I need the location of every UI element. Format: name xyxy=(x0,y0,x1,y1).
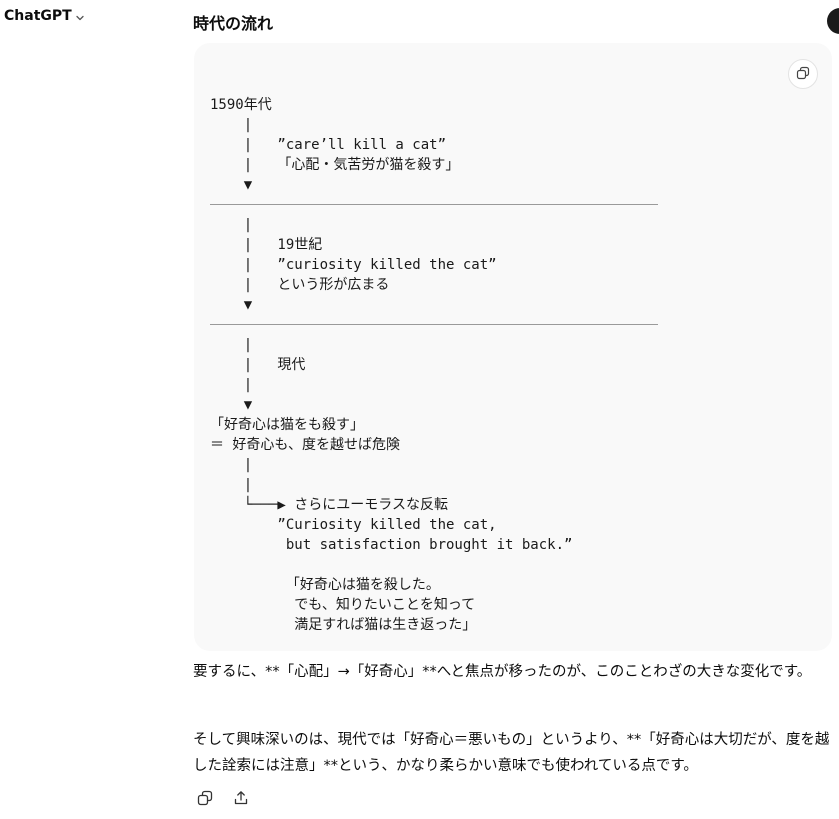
section-heading: 時代の流れ xyxy=(193,14,274,33)
avatar[interactable] xyxy=(827,8,839,34)
copy-code-button[interactable] xyxy=(788,59,818,89)
code-segment-modern: | | 現代 | ▼ 「好奇心は猫をも殺す」 ＝ 好奇心も、度を越せば危険 | … xyxy=(210,337,573,633)
copy-icon xyxy=(796,65,810,84)
code-block: 1590年代 | | ”care’ll kill a cat” | 「心配・気苦… xyxy=(194,43,832,651)
summary-paragraph: 要するに、**「心配」→「好奇心」**へと焦点が移ったのが、このことわざの大きな… xyxy=(193,664,812,680)
chevron-down-icon xyxy=(75,11,85,21)
code-segment-19th-century: | | 19世紀 | ”curiosity killed the cat” | … xyxy=(243,217,497,313)
code-segment-1590s: 1590年代 | | ”care’ll kill a cat” | 「心配・気苦… xyxy=(210,97,460,193)
code-divider xyxy=(210,204,658,205)
message-actions xyxy=(194,789,252,811)
share-button[interactable] xyxy=(230,789,252,811)
copy-message-button[interactable] xyxy=(194,789,216,811)
code-divider xyxy=(210,324,658,325)
app-title-text: ChatGPT xyxy=(4,8,72,24)
share-icon xyxy=(233,790,249,810)
code-content: 1590年代 | | ”care’ll kill a cat” | 「心配・気苦… xyxy=(210,95,658,635)
copy-icon xyxy=(197,790,213,810)
model-selector[interactable]: ChatGPT xyxy=(4,8,85,24)
detail-paragraph: そして興味深いのは、現代では「好奇心＝悪いもの」というより、**「好奇心は大切だ… xyxy=(193,732,830,774)
